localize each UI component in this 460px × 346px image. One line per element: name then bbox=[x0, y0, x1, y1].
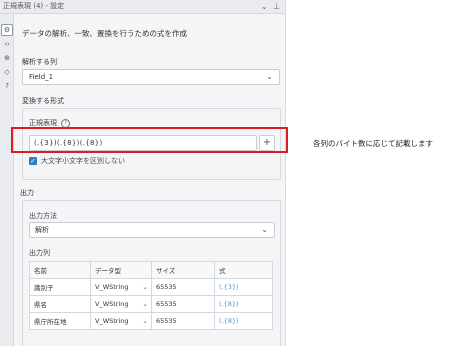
cell-type[interactable]: V_WString ⌄ bbox=[90, 278, 152, 296]
tool-description: データの解析、一致、置換を行うための式を作成 bbox=[22, 29, 187, 38]
panel-titlebar: 正規表現 (4) - 設定 ⌄ ⊥ bbox=[0, 0, 285, 14]
panel-content: データの解析、一致、置換を行うための式を作成 解析する列 Field_1 ⌄ 変… bbox=[14, 14, 285, 346]
column-header-size: サイズ bbox=[151, 261, 215, 279]
chevron-down-icon: ⌄ bbox=[142, 300, 148, 308]
table-row[interactable]: 識別子 V_WString ⌄ 65535 (.{3}) bbox=[29, 278, 273, 296]
settings-icon[interactable]: ⚙ bbox=[1, 24, 13, 36]
column-header-expression: 式 bbox=[214, 261, 273, 279]
cell-name[interactable]: 識別子 bbox=[29, 278, 91, 296]
format-section-label: 変換する形式 bbox=[22, 97, 64, 105]
cell-name[interactable]: 県名 bbox=[29, 295, 91, 313]
cell-size[interactable]: 65535 bbox=[151, 312, 215, 330]
annotation-note: 各列のバイト数に応じて記載します bbox=[313, 139, 433, 148]
panel-title: 正規表現 (4) - 設定 bbox=[3, 2, 65, 10]
output-columns-table: 名前 データ型 サイズ 式 識別子 V_WString ⌄ 65535 (.{3}… bbox=[29, 261, 273, 330]
cell-type-value: V_WString bbox=[95, 283, 129, 291]
case-insensitive-checkbox[interactable]: ✓ bbox=[29, 157, 37, 165]
parse-column-select[interactable]: Field_1 ⌄ bbox=[22, 69, 280, 85]
output-method-select[interactable]: 解析 ⌄ bbox=[29, 222, 275, 238]
pin-icon[interactable]: ⊥ bbox=[273, 0, 280, 13]
table-row[interactable]: 県名 V_WString ⌄ 65535 (.{8}) bbox=[29, 295, 273, 313]
cell-type[interactable]: V_WString ⌄ bbox=[90, 295, 152, 313]
help-icon[interactable]: ? bbox=[1, 80, 13, 92]
cell-type-value: V_WString bbox=[95, 317, 129, 325]
highlight-box bbox=[11, 127, 288, 153]
cell-size[interactable]: 65535 bbox=[151, 278, 215, 296]
chevron-down-icon: ⌄ bbox=[142, 317, 148, 325]
output-method-value: 解析 bbox=[35, 226, 49, 234]
code-icon[interactable]: ‹› bbox=[1, 38, 13, 50]
cell-expression: (.{3}) bbox=[214, 278, 273, 296]
panel-sidebar: ⚙ ‹› ⊕ ◇ ? bbox=[0, 14, 14, 346]
cell-size[interactable]: 65535 bbox=[151, 295, 215, 313]
regex-label: 正規表現 bbox=[29, 119, 57, 127]
cell-name[interactable]: 県庁所在地 bbox=[29, 312, 91, 330]
output-columns-label: 出力列 bbox=[29, 249, 50, 257]
chevron-down-icon: ⌄ bbox=[266, 72, 273, 81]
cell-expression: (.{8}) bbox=[214, 295, 273, 313]
output-group: 出力方法 解析 ⌄ 出力列 名前 データ型 サイズ 式 識別子 V_WStrin… bbox=[22, 200, 281, 346]
parse-column-label: 解析する列 bbox=[22, 58, 57, 66]
network-icon[interactable]: ⊕ bbox=[1, 52, 13, 64]
output-method-label: 出力方法 bbox=[29, 212, 57, 220]
parse-column-value: Field_1 bbox=[29, 73, 54, 81]
tag-icon[interactable]: ◇ bbox=[1, 66, 13, 78]
chevron-down-icon: ⌄ bbox=[142, 283, 148, 291]
case-insensitive-label: 大文字小文字を区別しない bbox=[41, 157, 125, 165]
cell-type-value: V_WString bbox=[95, 300, 129, 308]
table-row[interactable]: 県庁所在地 V_WString ⌄ 65535 (.{8}) bbox=[29, 312, 273, 330]
output-section-label: 出力 bbox=[20, 189, 34, 197]
column-header-name: 名前 bbox=[29, 261, 91, 279]
column-header-type: データ型 bbox=[90, 261, 152, 279]
cell-expression: (.{8}) bbox=[214, 312, 273, 330]
configuration-panel: 正規表現 (4) - 設定 ⌄ ⊥ ⚙ ‹› ⊕ ◇ ? データの解析、一致、置… bbox=[0, 0, 286, 346]
chevron-down-icon: ⌄ bbox=[261, 225, 268, 234]
chevron-down-icon[interactable]: ⌄ bbox=[261, 0, 268, 13]
cell-type[interactable]: V_WString ⌄ bbox=[90, 312, 152, 330]
table-header-row: 名前 データ型 サイズ 式 bbox=[29, 261, 273, 279]
